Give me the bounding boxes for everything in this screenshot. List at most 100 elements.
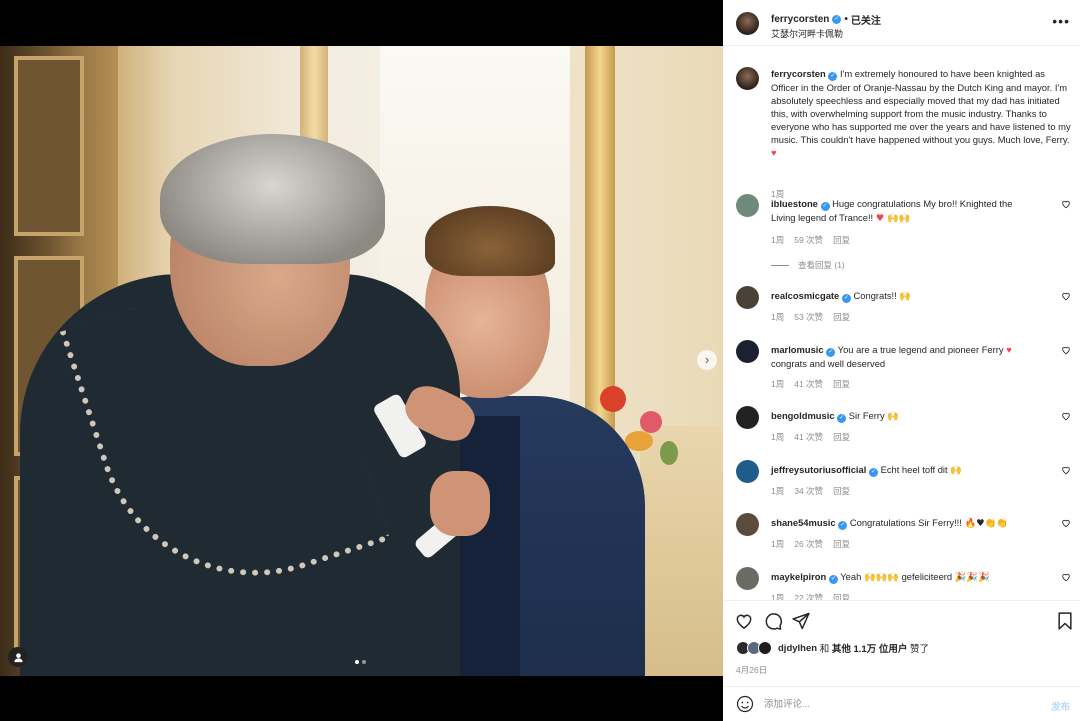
comment-body: jeffreysutoriusofficial ✓ Echt heel toff… xyxy=(771,463,1036,477)
comment-meta: 1周 53 次赞 回复 xyxy=(771,311,850,323)
comment-text: Congrats!! xyxy=(853,290,897,301)
comment-username[interactable]: realcosmicgate xyxy=(771,290,839,301)
caption-avatar[interactable] xyxy=(736,67,759,90)
comment-emoji-2: 🎉🎉🎉 xyxy=(954,572,990,583)
heart-icon[interactable] xyxy=(734,611,754,631)
comment-likes[interactable]: 41 次赞 xyxy=(794,378,823,390)
comment-text: You are a true legend and pioneer Ferry xyxy=(837,344,1004,355)
add-comment-input[interactable] xyxy=(764,696,1034,712)
verified-badge-icon: ✓ xyxy=(841,294,851,303)
verified-badge-icon: ✓ xyxy=(820,202,830,211)
comment-avatar[interactable] xyxy=(736,286,759,309)
comment-username[interactable]: marlomusic xyxy=(771,344,824,355)
reply-button[interactable]: 回复 xyxy=(833,485,850,497)
comment-body: shane54music ✓ Congratulations Sir Ferry… xyxy=(771,516,1036,530)
comment-username[interactable]: bengoldmusic xyxy=(771,410,835,421)
author-avatar[interactable] xyxy=(736,12,759,35)
reply-button[interactable]: 回复 xyxy=(833,431,850,443)
comment-time: 1周 xyxy=(771,539,785,549)
heart-icon[interactable] xyxy=(1061,291,1071,301)
comment-text: Congratulations Sir Ferry!!! xyxy=(849,517,962,528)
comment-username[interactable]: jeffreysutoriusofficial xyxy=(771,464,866,475)
post-side-panel: ferrycorsten ✓ • 已关注 艾瑟尔河畔卡佩勒 ••• ferryc… xyxy=(723,0,1080,721)
comment-body: maykelpiron ✓ Yeah 🙌🙌🙌 gefeliciteerd 🎉🎉🎉 xyxy=(771,570,1036,584)
caption-text-block: ferrycorsten ✓ I'm extremely honoured to… xyxy=(771,67,1071,159)
comment-username[interactable]: maykelpiron xyxy=(771,571,826,582)
heart-icon[interactable] xyxy=(1061,572,1071,582)
bookmark-icon[interactable] xyxy=(1055,611,1075,631)
liker-avatars xyxy=(736,641,774,655)
verified-badge-icon: ✓ xyxy=(837,414,847,423)
comment-username[interactable]: shane54music xyxy=(771,517,836,528)
chevron-right-icon: › xyxy=(704,352,710,367)
likes-suffix: 赞了 xyxy=(910,644,930,655)
comment-avatar[interactable] xyxy=(736,460,759,483)
post-photo[interactable] xyxy=(0,46,723,676)
likes-summary[interactable]: djdylhen 和 其他 1.1万 位用户 赞了 xyxy=(736,641,929,655)
comment-meta: 1周 41 次赞 回复 xyxy=(771,378,850,390)
comment-emoji: ♥ xyxy=(1006,344,1012,355)
comment-time: 1周 xyxy=(771,593,785,600)
heart-icon[interactable] xyxy=(1061,518,1071,528)
comment-avatar[interactable] xyxy=(736,513,759,536)
reply-button[interactable]: 回复 xyxy=(833,378,850,390)
follow-separator: • xyxy=(844,14,848,25)
verified-badge-icon: ✓ xyxy=(838,521,848,530)
liker-username[interactable]: djdylhen xyxy=(778,643,817,654)
comment-text: Yeah xyxy=(840,571,862,582)
comment-likes[interactable]: 22 次赞 xyxy=(794,592,823,600)
comment-likes[interactable]: 53 次赞 xyxy=(794,311,823,323)
comment-likes[interactable]: 34 次赞 xyxy=(794,485,823,497)
view-replies-button[interactable]: 查看回复 (1) xyxy=(771,259,845,271)
carousel-dot xyxy=(362,660,366,664)
comment-avatar[interactable] xyxy=(736,567,759,590)
share-icon[interactable] xyxy=(791,611,811,631)
add-comment-bar: 发布 xyxy=(723,686,1080,721)
comment-avatar[interactable] xyxy=(736,406,759,429)
verified-badge-icon: ✓ xyxy=(828,575,838,584)
media-area: › xyxy=(0,0,723,721)
comment-likes[interactable]: 26 次赞 xyxy=(794,538,823,550)
red-heart-emoji: ♥ xyxy=(771,147,777,158)
next-image-button[interactable]: › xyxy=(697,350,717,370)
comment-time: 1周 xyxy=(771,312,785,322)
likes-others[interactable]: 其他 1.1万 位用户 xyxy=(832,641,908,655)
emoji-icon[interactable] xyxy=(736,695,754,713)
carousel-dots xyxy=(355,660,366,664)
comments-list[interactable]: ferrycorsten ✓ I'm extremely honoured to… xyxy=(723,47,1080,600)
author-username[interactable]: ferrycorsten xyxy=(771,14,829,25)
author-line: ferrycorsten ✓ • 已关注 xyxy=(771,12,881,27)
instagram-post-view: › ferrycorsten ✓ • 已关注 艾瑟尔河畔卡佩勒 ••• ferr… xyxy=(0,0,1080,721)
heart-icon[interactable] xyxy=(1061,465,1071,475)
post-location[interactable]: 艾瑟尔河畔卡佩勒 xyxy=(771,27,843,40)
comment-meta: 1周 41 次赞 回复 xyxy=(771,431,850,443)
divider-line xyxy=(771,264,789,266)
comment-text-line2: congrats and well deserved xyxy=(771,358,886,369)
comment-likes[interactable]: 59 次赞 xyxy=(794,234,823,246)
carousel-dot-active xyxy=(355,660,359,664)
comment-username[interactable]: ibluestone xyxy=(771,198,818,209)
photo-man-left-hair xyxy=(160,134,385,264)
door-panel xyxy=(14,56,84,236)
caption-text: I'm extremely honoured to have been knig… xyxy=(771,68,1071,145)
heart-icon[interactable] xyxy=(1061,199,1071,209)
heart-icon[interactable] xyxy=(1061,411,1071,421)
caption-username[interactable]: ferrycorsten xyxy=(771,68,826,79)
comment-meta: 1周 59 次赞 回复 xyxy=(771,234,850,246)
verified-badge-icon: ✓ xyxy=(828,72,838,81)
comment-likes[interactable]: 41 次赞 xyxy=(794,431,823,443)
comment-icon[interactable] xyxy=(763,611,783,631)
reply-button[interactable]: 回复 xyxy=(833,234,850,246)
comment-emoji: 🙌🙌🙌 xyxy=(863,572,899,583)
comment-avatar[interactable] xyxy=(736,194,759,217)
post-comment-button[interactable]: 发布 xyxy=(1051,699,1070,713)
reply-button[interactable]: 回复 xyxy=(833,592,850,600)
heart-icon[interactable] xyxy=(1061,345,1071,355)
reply-button[interactable]: 回复 xyxy=(833,538,850,550)
comment-avatar[interactable] xyxy=(736,340,759,363)
reply-button[interactable]: 回复 xyxy=(833,311,850,323)
user-tag-button[interactable] xyxy=(8,647,28,667)
comment-meta: 1周 34 次赞 回复 xyxy=(771,485,850,497)
more-options-icon[interactable]: ••• xyxy=(1052,14,1070,28)
following-button[interactable]: 已关注 xyxy=(851,12,881,27)
